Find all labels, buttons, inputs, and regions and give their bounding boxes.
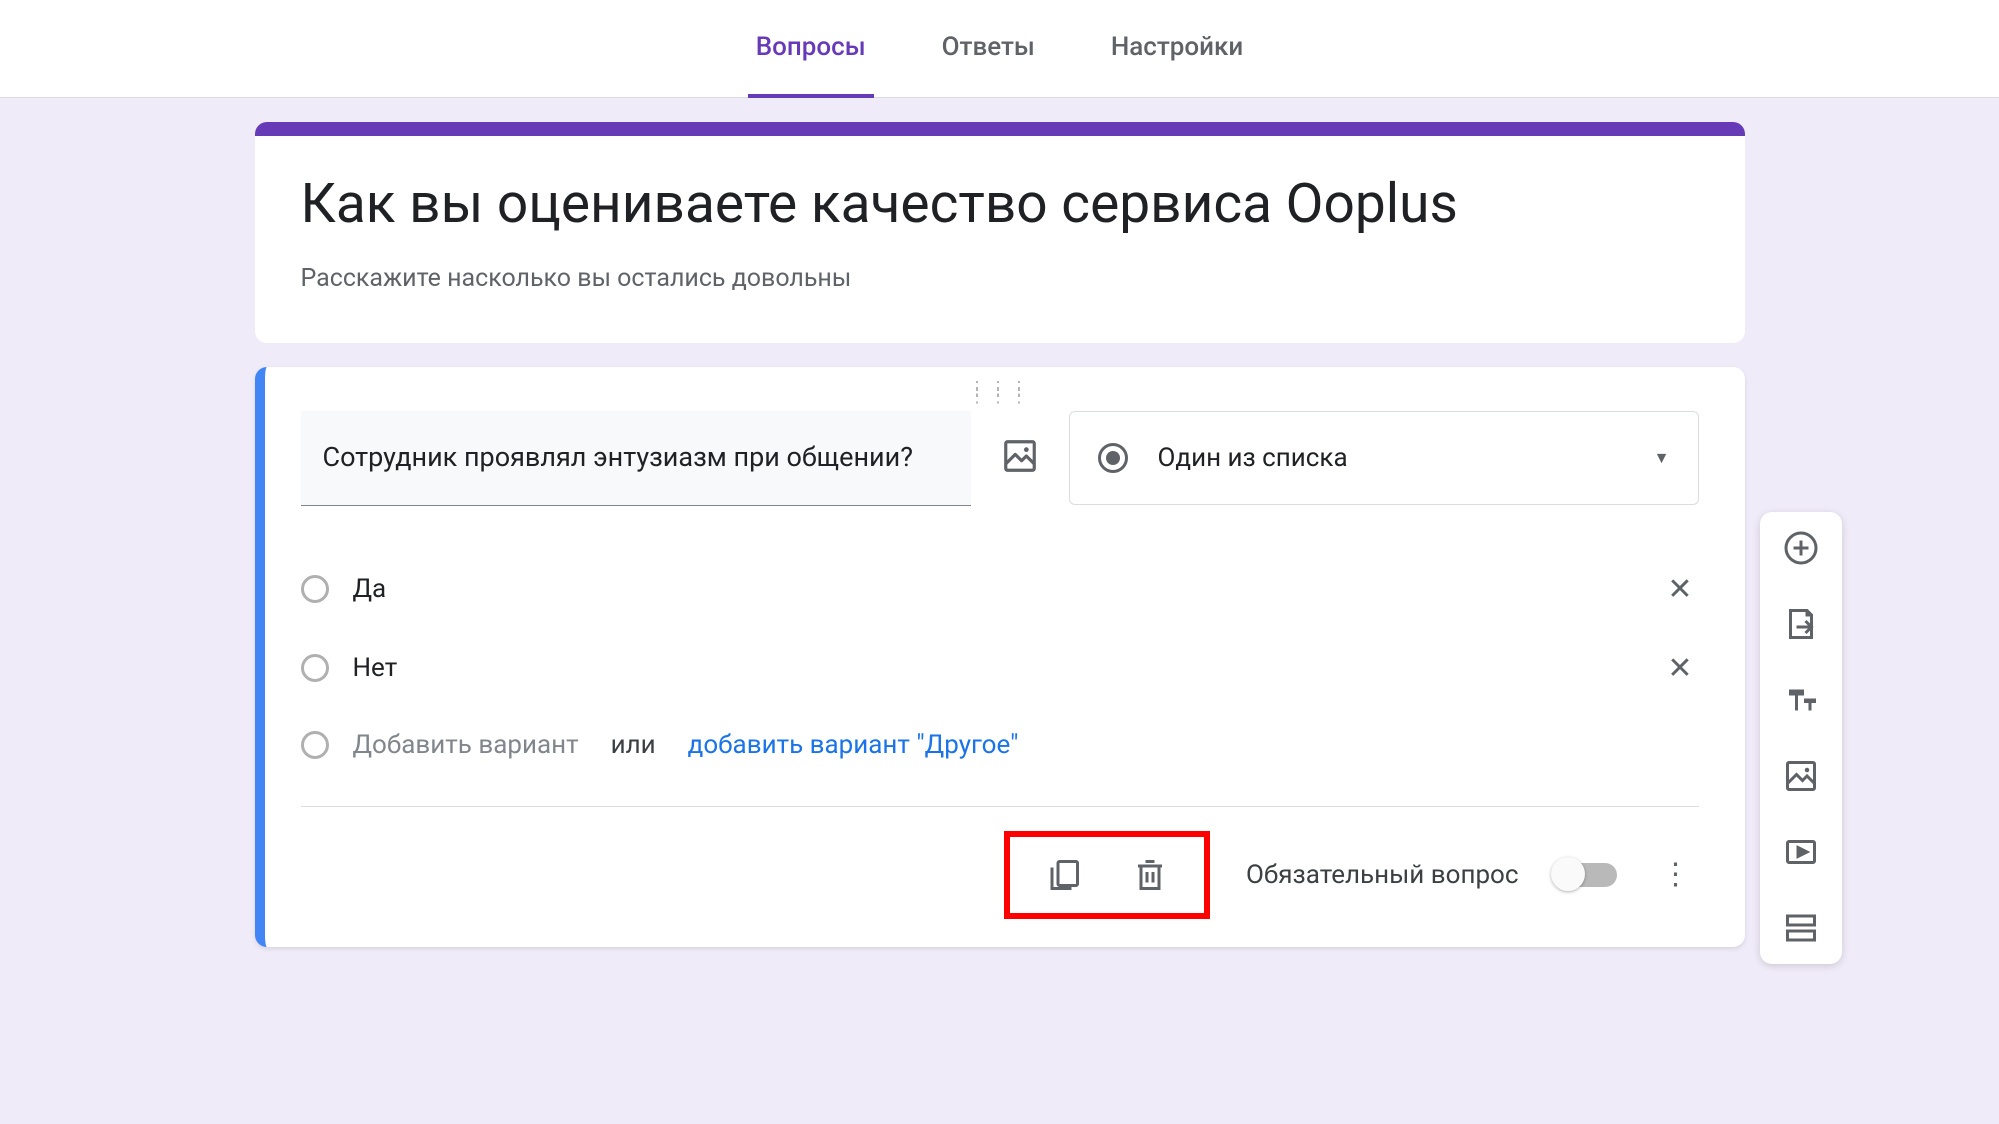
required-toggle[interactable]: [1555, 863, 1617, 887]
add-image-icon[interactable]: [1001, 437, 1039, 475]
radio-outline-icon: [301, 731, 329, 759]
chevron-down-icon: ▼: [1654, 448, 1670, 468]
question-footer: Обязательный вопрос ⋮: [301, 806, 1699, 919]
top-tabs: Вопросы Ответы Настройки: [0, 0, 1999, 98]
delete-icon[interactable]: [1132, 857, 1168, 893]
add-option-button[interactable]: Добавить вариант: [353, 730, 579, 760]
duplicate-icon[interactable]: [1046, 857, 1082, 893]
form-column: Как вы оцениваете качество сервиса Ooplu…: [255, 122, 1745, 947]
radio-outline-icon: [301, 654, 329, 682]
add-image-icon[interactable]: [1783, 758, 1819, 794]
radio-icon: [1098, 443, 1128, 473]
tab-questions[interactable]: Вопросы: [748, 0, 874, 98]
form-title[interactable]: Как вы оцениваете качество сервиса Ooplu…: [301, 172, 1699, 236]
option-text-input[interactable]: Да: [353, 574, 1638, 604]
add-section-icon[interactable]: [1783, 910, 1819, 946]
question-text-input[interactable]: Сотрудник проявлял энтузиазм при общении…: [301, 411, 971, 506]
question-type-select[interactable]: Один из списка ▼: [1069, 411, 1699, 505]
more-options-icon[interactable]: ⋮: [1653, 867, 1699, 882]
tab-answers[interactable]: Ответы: [934, 0, 1043, 98]
import-questions-icon[interactable]: [1783, 606, 1819, 642]
radio-outline-icon: [301, 575, 329, 603]
question-type-label: Один из списка: [1158, 443, 1624, 473]
form-header-card[interactable]: Как вы оцениваете качество сервиса Ooplu…: [255, 122, 1745, 343]
form-description[interactable]: Расскажите насколько вы остались довольн…: [301, 264, 1699, 293]
option-row: Нет ✕: [301, 629, 1699, 708]
add-video-icon[interactable]: [1783, 834, 1819, 870]
highlight-annotation: [1004, 831, 1210, 919]
workspace: Как вы оцениваете качество сервиса Ooplu…: [0, 98, 1999, 947]
question-header-row: Сотрудник проявлял энтузиазм при общении…: [301, 411, 1699, 506]
add-title-icon[interactable]: [1783, 682, 1819, 718]
add-option-row: Добавить вариант или добавить вариант "Д…: [301, 708, 1699, 790]
add-other-button[interactable]: добавить вариант "Другое": [688, 730, 1019, 760]
option-row: Да ✕: [301, 550, 1699, 629]
tab-settings[interactable]: Настройки: [1103, 0, 1251, 98]
remove-option-icon[interactable]: ✕: [1661, 572, 1698, 607]
required-label: Обязательный вопрос: [1246, 860, 1518, 890]
option-text-input[interactable]: Нет: [353, 653, 1638, 683]
question-card: ⋮⋮⋮⋮⋮⋮ Сотрудник проявлял энтузиазм при …: [255, 367, 1745, 947]
side-toolbar: [1760, 512, 1842, 964]
drag-handle-icon[interactable]: ⋮⋮⋮⋮⋮⋮: [301, 381, 1699, 411]
or-text: или: [611, 730, 656, 760]
remove-option-icon[interactable]: ✕: [1661, 651, 1698, 686]
add-question-icon[interactable]: [1783, 530, 1819, 566]
